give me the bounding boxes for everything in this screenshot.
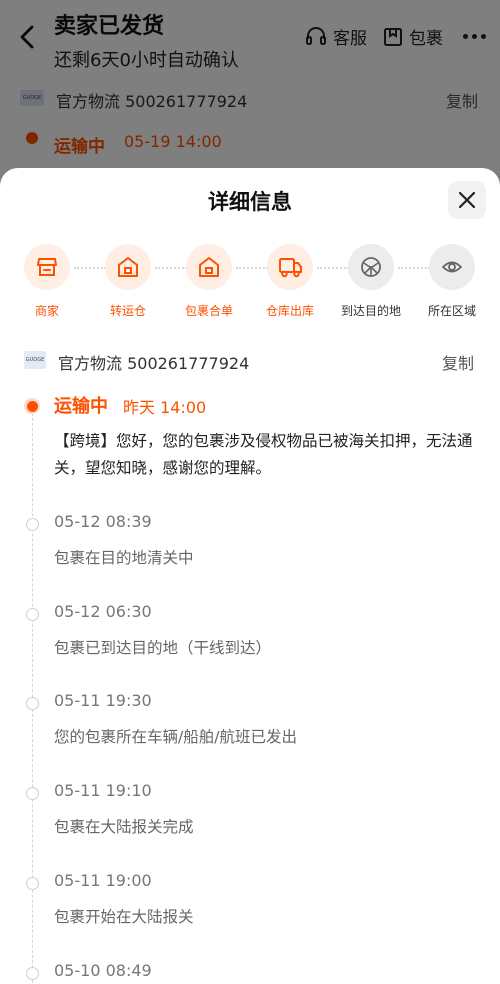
timeline-dot [26, 967, 39, 980]
event-desc: 包裹在目的地清关中 [54, 549, 194, 567]
event-time: 05-11 19:10 [54, 781, 152, 800]
event-time: 05-12 06:30 [54, 602, 152, 621]
close-icon [458, 191, 476, 209]
event-desc: 包裹开始在大陆报关 [54, 908, 194, 926]
step-label: 转运仓 [109, 304, 146, 318]
store-icon [37, 258, 57, 276]
timeline-dot [26, 697, 39, 710]
logistics-timeline: 运输中 昨天 14:00 【跨境】您好，您的包裹涉及侵权物品已被海关扣押，无法通… [0, 390, 500, 984]
current-status-time: 昨天 14:00 [123, 398, 207, 417]
event-desc: 包裹已到达目的地（干线到达） [54, 639, 272, 657]
carrier-tracking-number: 官方物流 500261777924 [58, 354, 250, 373]
event-time: 05-11 19:00 [54, 871, 152, 890]
logistics-detail-sheet: 详细信息 商家 转运仓 包裹合单 仓库出库 到达目的地 所在区域 GUOGE 官… [0, 168, 500, 984]
event-desc: 您的包裹所在车辆/船舶/航班已发出 [54, 728, 297, 746]
timeline-dot [26, 787, 39, 800]
step-label: 仓库出库 [265, 304, 314, 318]
event-time: 05-12 08:39 [54, 512, 152, 531]
timeline-dot [26, 608, 39, 621]
step-merchant: 商家 [7, 244, 87, 319]
current-status-dot [24, 398, 40, 414]
step-label: 所在区域 [427, 304, 476, 318]
timeline-dot [26, 518, 39, 531]
close-button[interactable] [448, 181, 486, 219]
carrier-logo: GUOGE [24, 351, 46, 369]
step-consolidation: 包裹合单 [169, 244, 249, 319]
location-icon [442, 261, 462, 273]
step-label: 商家 [34, 304, 59, 318]
truck-icon [279, 258, 302, 278]
timeline-dot [26, 877, 39, 890]
step-label: 包裹合单 [184, 304, 233, 318]
warehouse-icon [199, 257, 219, 277]
warehouse-icon [118, 257, 138, 277]
current-status: 运输中 [54, 396, 108, 417]
sheet-title: 详细信息 [208, 190, 292, 214]
logistics-progress-steps: 商家 转运仓 包裹合单 仓库出库 到达目的地 所在区域 [0, 244, 500, 324]
event-desc: 包裹在大陆报关完成 [54, 818, 194, 836]
destination-icon [361, 257, 381, 277]
step-destination: 到达目的地 [331, 244, 411, 319]
step-label: 到达目的地 [340, 304, 401, 318]
carrier-row: GUOGE 官方物流 500261777924 复制 [0, 348, 500, 374]
event-time: 05-11 19:30 [54, 691, 152, 710]
event-time: 05-10 08:49 [54, 961, 152, 980]
copy-tracking-button[interactable]: 复制 [442, 350, 474, 374]
step-transit-warehouse: 转运仓 [88, 244, 168, 319]
timeline-line [32, 408, 33, 984]
step-current-area: 所在区域 [412, 244, 492, 319]
step-warehouse-outbound: 仓库出库 [250, 244, 330, 319]
current-status-desc: 【跨境】您好，您的包裹涉及侵权物品已被海关扣押，无法通关，望您知晓，感谢您的理解… [54, 432, 473, 477]
